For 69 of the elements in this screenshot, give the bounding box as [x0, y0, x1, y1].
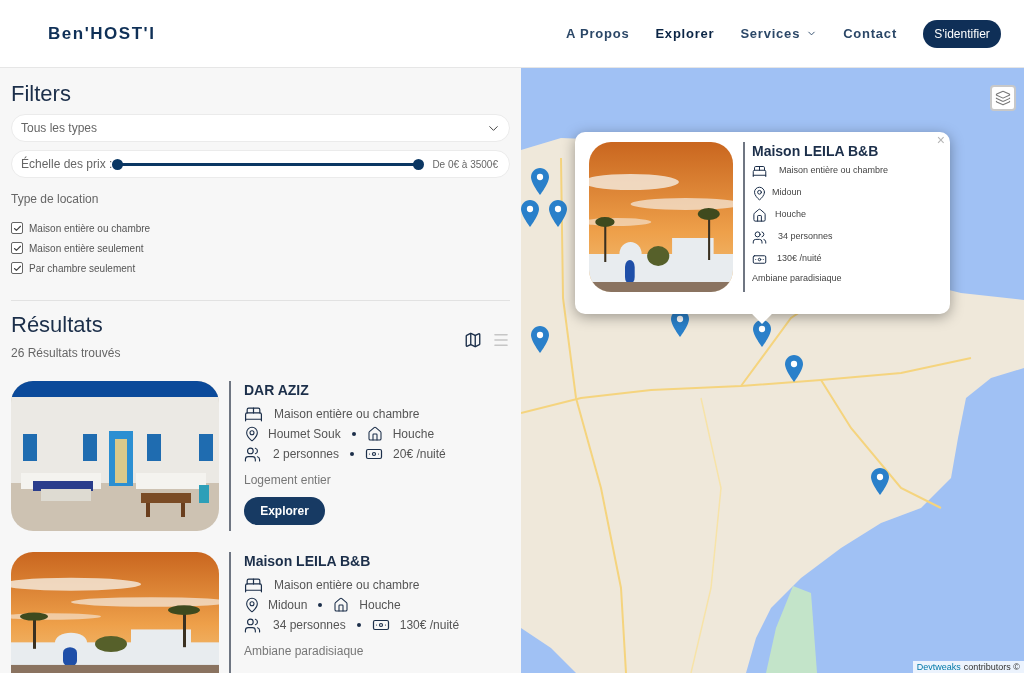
layers-button[interactable] — [990, 85, 1016, 111]
listing-type: Maison entière ou chambre — [274, 406, 420, 423]
popup-guests: 34 personnes — [778, 230, 833, 244]
listing-guests: 2 personnes — [273, 446, 340, 463]
price-range-reading: De 0€ à 3500€ — [432, 157, 498, 172]
checkbox-label: Maison entière seulement — [29, 241, 144, 256]
listing-price: 130€ /nuité — [399, 617, 460, 634]
map-pin-icon[interactable] — [871, 468, 889, 495]
price-slider-track[interactable] — [112, 158, 425, 170]
checkbox[interactable] — [11, 262, 23, 274]
house-icon — [752, 207, 767, 223]
listing-category: Houche — [359, 597, 401, 614]
rental-type-label: Type de location — [11, 191, 100, 207]
map-pin-icon[interactable] — [785, 355, 803, 382]
price-range-label: Échelle des prix : — [21, 155, 113, 173]
nav-link[interactable]: A Propos — [565, 23, 630, 44]
popup-price: 130€ /nuité — [777, 252, 822, 266]
listing-note: Logement entier — [244, 472, 332, 488]
popup-note: Ambiane paradisiaque — [752, 272, 843, 285]
listing-title: Maison LEILA B&B — [244, 552, 372, 570]
services-menu-link[interactable]: Services — [740, 23, 818, 44]
listing-price: 20€ /nuité — [393, 446, 446, 463]
map-pin-icon[interactable] — [521, 200, 539, 227]
checkbox-label: Par chambre seulement — [29, 261, 136, 276]
listing-location: Houmet Souk — [268, 426, 341, 443]
listing-guests: 34 personnes — [273, 617, 346, 634]
house-icon — [333, 597, 350, 613]
listing-type: Maison entière ou chambre — [274, 577, 420, 594]
popup-category: Houche — [775, 208, 807, 222]
map-icon — [464, 331, 482, 349]
type-select[interactable]: Tous les types — [11, 114, 510, 142]
layers-icon — [995, 90, 1011, 106]
map-pin-icon[interactable] — [549, 200, 567, 227]
checkbox[interactable] — [11, 222, 23, 234]
site-logo[interactable]: Ben'HOST'I — [48, 20, 156, 47]
listing-location: Midoun — [268, 597, 308, 614]
checkbox-label: Maison entière ou chambre — [29, 221, 151, 236]
nav-link[interactable]: Contact — [843, 23, 897, 44]
attribution-text: contributors © — [963, 661, 1020, 673]
users-icon — [244, 616, 261, 634]
map-pin-icon[interactable] — [531, 326, 549, 353]
slider-thumb[interactable] — [112, 158, 124, 170]
listing-category: Houche — [392, 426, 435, 443]
popup-type: Maison entière ou chambre — [779, 164, 889, 178]
popup-location: Midoun — [772, 186, 802, 200]
bed-icon — [752, 163, 767, 179]
map-pin-icon[interactable] — [753, 320, 771, 347]
map-pin-icon[interactable] — [531, 168, 549, 195]
login-button[interactable]: S'identifier — [923, 19, 1001, 48]
map-view-button[interactable] — [464, 331, 482, 349]
users-icon — [244, 445, 261, 463]
slider-thumb[interactable] — [413, 158, 425, 170]
results-heading: Résultats — [11, 311, 104, 339]
location-pin-icon — [244, 426, 260, 442]
location-pin-icon — [244, 597, 260, 613]
menu-icon — [492, 331, 510, 349]
explore-button[interactable]: Explorer — [244, 497, 325, 525]
listing-title: DAR AZIZ — [244, 381, 310, 399]
house-icon — [366, 426, 383, 442]
popup-title: Maison LEILA B&B — [752, 142, 880, 160]
attribution-link[interactable]: Devtweaks — [916, 661, 961, 673]
users-icon — [752, 229, 767, 245]
filters-heading: Filters — [11, 80, 72, 108]
results-count: 26 Résultats trouvés — [11, 345, 121, 361]
location-pin-icon — [752, 185, 767, 201]
select-value: Tous les types — [21, 120, 98, 137]
listing-note: Ambiane paradisiaque — [244, 643, 365, 659]
nav-link[interactable]: Explorer — [655, 23, 715, 44]
checkbox[interactable] — [11, 242, 23, 254]
